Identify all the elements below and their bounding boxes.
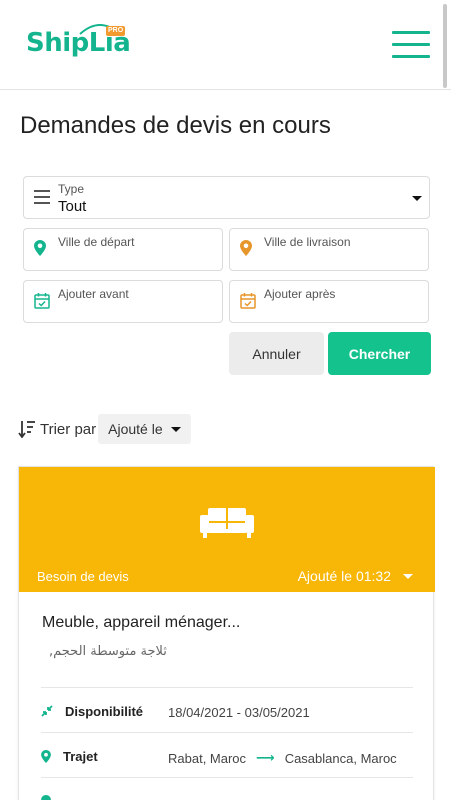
route-row: Trajet Rabat, Maroc ⟶ Casablanca, Maroc [41,732,413,777]
added-before-placeholder: Ajouter avant [58,287,129,301]
location-pin-icon [34,240,46,256]
availability-row: Disponibilité 18/04/2021 - 03/05/2021 [41,687,413,732]
calendar-check-icon [34,293,50,309]
availability-value: 18/04/2021 - 03/05/2021 [168,705,310,720]
arrow-right-icon: ⟶ [256,750,275,765]
card-title: Meuble, appareil ménager... [42,614,241,631]
delivery-city-placeholder: Ville de livraison [264,235,351,249]
quote-request-card[interactable]: Besoin de devis Ajouté le 01:32 Meuble, … [18,466,435,800]
sort-label: Trier par [40,420,97,438]
route-label: Trajet [63,749,98,764]
departure-city-field[interactable]: Ville de départ [23,228,223,271]
added-after-placeholder: Ajouter après [264,287,336,301]
compress-arrows-icon [41,705,53,717]
departure-city-placeholder: Ville de départ [58,235,135,249]
next-row [41,777,413,800]
route-value: Rabat, Maroc ⟶ Casablanca, Maroc [168,750,397,766]
type-label: Type [58,182,85,196]
scrollbar[interactable] [443,4,447,88]
location-pin-icon [240,240,252,256]
menu-icon [392,31,430,34]
menu-toggle-button[interactable] [392,31,430,59]
chevron-down-icon [403,573,413,579]
sort-icon [18,421,35,438]
calendar-check-icon [240,293,256,309]
route-from: Rabat, Maroc [168,750,247,766]
sofa-icon [200,508,254,538]
type-value: Tout [58,198,87,215]
chevron-down-icon [170,426,181,432]
availability-label: Disponibilité [65,704,143,719]
added-before-field[interactable]: Ajouter avant [23,280,223,323]
sort-value: Ajouté le [108,421,163,437]
added-time: Ajouté le 01:32 [297,568,391,584]
sort-select[interactable]: Ajouté le [98,414,191,444]
card-subtitle: ثلاجة متوسطة الحجم, [49,644,167,659]
search-button[interactable]: Chercher [328,332,431,375]
status-badge: Besoin de devis [37,569,129,584]
card-banner: Besoin de devis Ajouté le 01:32 [19,467,435,592]
added-after-field[interactable]: Ajouter après [229,280,429,323]
page-title: Demandes de devis en cours [20,112,331,139]
pro-badge: PRO [106,26,126,36]
delivery-city-field[interactable]: Ville de livraison [229,228,429,271]
chevron-down-icon [412,196,422,201]
location-pin-icon [41,750,51,763]
type-select[interactable]: Type Tout [23,176,430,219]
list-icon [34,190,50,204]
sort-bar: Trier par Ajouté le [18,414,191,444]
route-to: Casablanca, Maroc [284,750,397,766]
added-time-toggle[interactable]: Ajouté le 01:32 [298,568,413,584]
app-header: ShipLia PRO [0,0,451,90]
location-pin-icon [41,795,51,800]
cancel-button[interactable]: Annuler [229,332,324,375]
